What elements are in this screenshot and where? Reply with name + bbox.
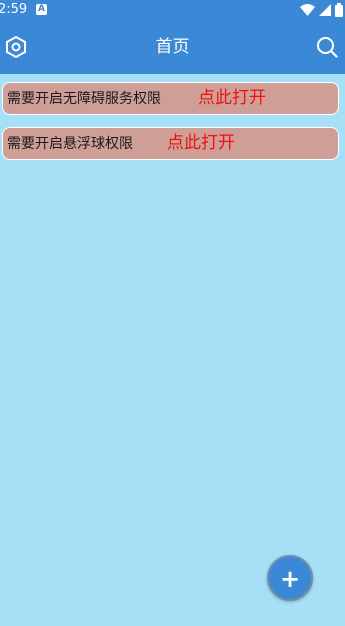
open-floating-ball-link[interactable]: 点此打开 (167, 133, 235, 153)
signal-icon (319, 4, 331, 16)
status-time: 2:59 (0, 2, 28, 17)
battery-icon (335, 3, 343, 17)
notification-a-icon: A (36, 4, 47, 15)
card-label: 需要开启悬浮球权限 (7, 136, 133, 152)
floating-ball-permission-card[interactable]: 需要开启悬浮球权限 点此打开 (2, 127, 339, 160)
status-icons (300, 3, 343, 17)
wifi-icon (300, 4, 315, 16)
status-bar: 2:59 A (0, 0, 345, 20)
plus-icon: + (279, 565, 301, 593)
app-bar: 首页 (0, 20, 345, 74)
open-accessibility-link[interactable]: 点此打开 (198, 88, 266, 108)
add-button[interactable]: + (267, 555, 313, 601)
page-title: 首页 (155, 37, 190, 57)
accessibility-permission-card[interactable]: 需要开启无障碍服务权限 点此打开 (2, 82, 339, 115)
card-label: 需要开启无障碍服务权限 (7, 91, 161, 107)
search-icon[interactable] (316, 36, 338, 58)
